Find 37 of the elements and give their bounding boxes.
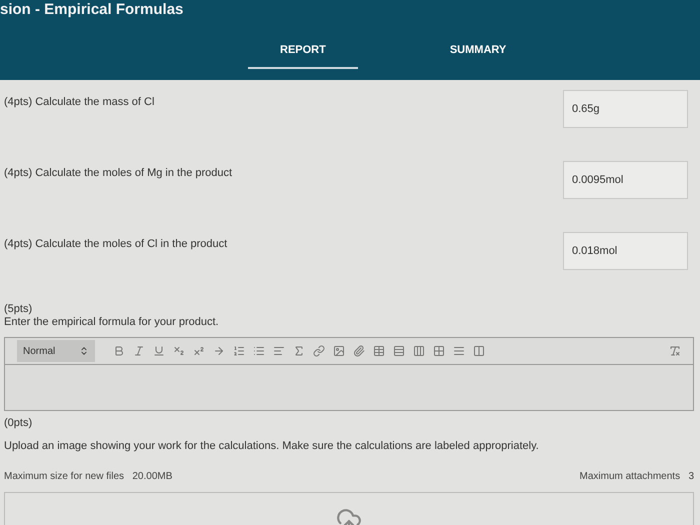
style-select[interactable]: Normal [17, 340, 95, 362]
align-icon[interactable] [273, 345, 285, 357]
column-split-icon[interactable] [473, 345, 485, 357]
max-size-text: Maximum size for new files 20.00MB [4, 471, 172, 482]
question-text: (4pts) Calculate the mass of Cl [4, 95, 154, 110]
image-icon[interactable] [333, 345, 345, 357]
points-label: (0pts) [4, 417, 34, 430]
table-icon[interactable] [373, 345, 385, 357]
select-arrow-icon [79, 346, 89, 356]
page-title: sion - Empirical Formulas [0, 0, 184, 18]
answer-field[interactable]: 0.018mol [563, 232, 688, 270]
lines-icon[interactable] [453, 345, 465, 357]
italic-icon[interactable] [133, 345, 145, 357]
text-editor[interactable]: Normal [4, 337, 694, 411]
attachment-icon[interactable] [353, 345, 365, 357]
clear-format-icon[interactable] [669, 345, 681, 357]
question-text: (4pts) Calculate the moles of Cl in the product [4, 237, 228, 252]
tab[interactable]: REPORT [248, 44, 358, 69]
superscript-icon[interactable] [193, 345, 205, 357]
link-icon[interactable] [313, 345, 325, 357]
answer-field[interactable]: 0.0095mol [563, 161, 688, 199]
formula-icon[interactable] [293, 345, 305, 357]
bold-icon[interactable] [113, 345, 125, 357]
question-text: Upload an image showing your work for the calculations. Make sure the calculations are labeled appropriately. [4, 440, 540, 453]
question-text: (4pts) Calculate the moles of Mg in the product [4, 166, 232, 181]
tab[interactable]: SUMMARY [418, 44, 538, 69]
columns-icon[interactable] [413, 345, 425, 357]
rows-icon[interactable] [393, 345, 405, 357]
grid-icon[interactable] [433, 345, 445, 357]
answer-field[interactable]: 0.65g [563, 90, 688, 128]
question-text: Enter the empirical formula for your product. [4, 316, 220, 329]
numbered-list-icon[interactable] [233, 345, 245, 357]
underline-icon[interactable] [153, 345, 165, 357]
subscript-icon[interactable] [173, 345, 185, 357]
max-attachments-text: Maximum attachments 3 [580, 471, 694, 482]
arrow-icon[interactable] [213, 345, 225, 357]
points-label: (5pts) [4, 303, 34, 316]
